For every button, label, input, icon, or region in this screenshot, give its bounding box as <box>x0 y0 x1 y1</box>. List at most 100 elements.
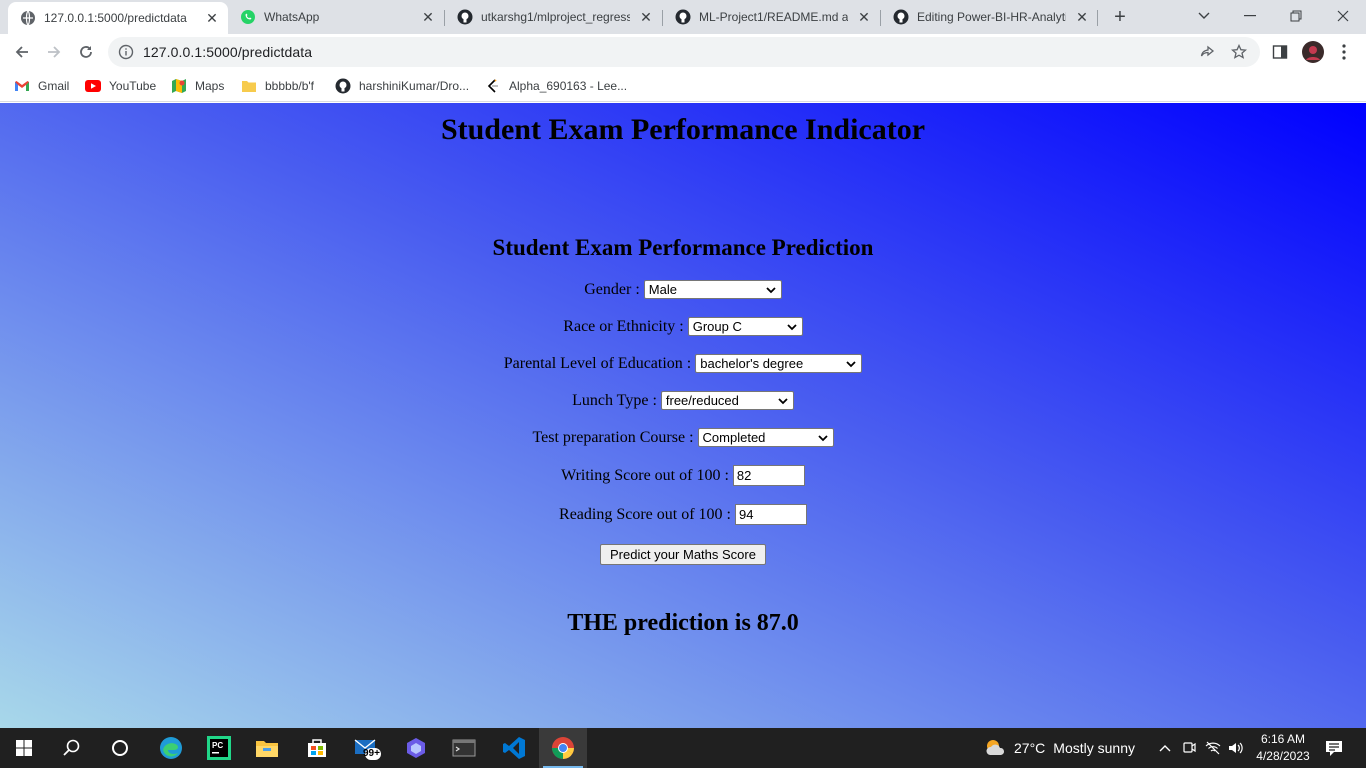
close-tab-icon[interactable]: ✕ <box>420 9 436 25</box>
bookmark-label: Gmail <box>38 79 70 93</box>
race-select[interactable]: Group C <box>687 317 803 336</box>
reading-score-label: Reading Score out of 100 : <box>559 505 731 523</box>
minimize-icon[interactable] <box>1227 0 1273 32</box>
pycharm-icon[interactable]: PC <box>195 728 243 768</box>
clock-time: 6:16 AM <box>1260 732 1306 746</box>
globe-icon <box>20 10 36 26</box>
tab-readme[interactable]: ML-Project1/README.md at ✕ <box>663 0 880 34</box>
tab-title: Editing Power-BI-HR-Analytics <box>917 10 1066 24</box>
lunch-select[interactable]: free/reduced <box>660 391 794 410</box>
test-prep-select[interactable]: Completed <box>697 428 834 447</box>
close-tab-icon[interactable]: ✕ <box>204 10 220 26</box>
chevron-down-icon <box>817 435 828 442</box>
gender-select[interactable]: Male <box>643 280 782 299</box>
tab-title: WhatsApp <box>264 10 320 24</box>
gender-value: Male <box>648 282 677 297</box>
tab-predictdata[interactable]: 127.0.0.1:5000/predictdata ✕ <box>8 2 228 34</box>
url-text: 127.0.0.1:5000/predictdata <box>143 44 313 60</box>
bookmark-leetcode[interactable]: Alpha_690163 - Lee... <box>485 76 627 96</box>
address-bar[interactable]: 127.0.0.1:5000/predictdata <box>108 37 1260 67</box>
back-arrow-icon[interactable] <box>8 38 36 66</box>
side-panel-icon[interactable] <box>1270 42 1290 62</box>
windows-start-icon[interactable] <box>0 728 48 768</box>
chevron-up-icon[interactable] <box>1157 740 1173 756</box>
sun-cloud-icon <box>984 737 1006 759</box>
windows-taskbar: PC 99+ 27°C Mostly sunny 6:16 AM 4/28/20… <box>0 728 1366 768</box>
browser-toolbar: 127.0.0.1:5000/predictdata <box>0 34 1366 70</box>
education-label: Parental Level of Education : <box>503 354 692 372</box>
tab-title: utkarshg1/mlproject_regression <box>481 10 630 24</box>
terminal-icon[interactable] <box>440 728 488 768</box>
chrome-icon[interactable] <box>539 728 587 768</box>
bookmark-gmail[interactable]: Gmail <box>14 76 69 96</box>
writing-score-input[interactable]: 82 <box>732 465 805 486</box>
education-row: Parental Level of Education : bachelor's… <box>0 354 1366 373</box>
system-clock[interactable]: 6:16 AM 4/28/2023 <box>1250 731 1316 765</box>
bookmark-label: YouTube <box>109 79 157 93</box>
whatsapp-icon <box>240 9 256 25</box>
close-tab-icon[interactable]: ✕ <box>638 9 654 25</box>
bookmark-maps[interactable]: Maps <box>171 76 224 96</box>
predict-button[interactable]: Predict your Maths Score <box>600 544 766 565</box>
maps-icon <box>171 78 187 94</box>
lunch-value: free/reduced <box>665 393 739 408</box>
bookmark-label: Alpha_690163 - Lee... <box>509 79 628 93</box>
restore-icon[interactable] <box>1273 0 1319 32</box>
writing-score-label: Writing Score out of 100 : <box>561 466 729 484</box>
tab-mlproject-regression[interactable]: utkarshg1/mlproject_regression ✕ <box>445 0 662 34</box>
close-tab-icon[interactable]: ✕ <box>856 9 872 25</box>
profile-avatar[interactable] <box>1302 41 1324 63</box>
education-select[interactable]: bachelor's degree <box>695 354 863 373</box>
race-value: Group C <box>692 319 742 334</box>
close-window-icon[interactable] <box>1320 0 1366 32</box>
gender-row: Gender : Male <box>0 280 1366 299</box>
bookmark-folder[interactable]: bbbbb/b'f <box>241 76 314 96</box>
reading-score-input[interactable]: 94 <box>734 504 807 525</box>
share-icon[interactable] <box>1198 43 1216 61</box>
weather-widget[interactable]: 27°C Mostly sunny <box>984 728 1135 768</box>
tab-whatsapp[interactable]: WhatsApp ✕ <box>228 0 444 34</box>
tab-powerbi[interactable]: Editing Power-BI-HR-Analytics ✕ <box>881 0 1098 34</box>
bookmark-star-icon[interactable] <box>1230 43 1248 61</box>
meet-now-icon[interactable] <box>1181 740 1197 756</box>
svg-text:PC: PC <box>212 741 223 750</box>
tab-separator <box>1097 10 1098 26</box>
app-icon[interactable] <box>392 728 440 768</box>
race-label: Race or Ethnicity : <box>563 317 684 335</box>
bookmark-label: Maps <box>195 79 225 93</box>
education-value: bachelor's degree <box>700 356 804 371</box>
leetcode-icon <box>485 78 501 94</box>
reload-icon[interactable] <box>72 38 100 66</box>
close-tab-icon[interactable]: ✕ <box>1074 9 1090 25</box>
writing-score-row: Writing Score out of 100 : 82 <box>0 465 1366 486</box>
volume-icon[interactable] <box>1227 740 1243 756</box>
new-tab-plus-icon[interactable]: + <box>1108 5 1132 29</box>
cortana-icon[interactable] <box>96 728 144 768</box>
tab-search-chevron-icon[interactable] <box>1181 0 1227 32</box>
bookmarks-bar: Gmail YouTube Maps bbbbb/b'f harshiniKum… <box>0 70 1366 102</box>
chevron-down-icon <box>778 398 788 405</box>
mail-icon[interactable]: 99+ <box>343 728 391 768</box>
form-heading: Student Exam Performance Prediction <box>492 235 874 260</box>
site-info-icon[interactable] <box>118 44 134 60</box>
bookmark-youtube[interactable]: YouTube <box>85 76 156 96</box>
clock-date: 4/28/2023 <box>1256 749 1310 763</box>
folder-icon <box>241 78 257 94</box>
search-icon[interactable] <box>48 728 96 768</box>
weather-temp: 27°C <box>1014 740 1046 756</box>
vscode-icon[interactable] <box>490 728 538 768</box>
edge-icon[interactable] <box>147 728 195 768</box>
reading-score-row: Reading Score out of 100 : 94 <box>0 504 1366 525</box>
test-prep-label: Test preparation Course : <box>532 428 694 446</box>
notification-center-icon[interactable] <box>1325 739 1343 757</box>
github-icon <box>457 9 473 25</box>
forward-arrow-icon[interactable] <box>40 38 68 66</box>
network-icon[interactable] <box>1205 740 1221 756</box>
chevron-down-icon <box>787 324 797 331</box>
microsoft-store-icon[interactable] <box>293 728 341 768</box>
menu-kebab-icon[interactable] <box>1334 42 1354 62</box>
race-row: Race or Ethnicity : Group C <box>0 317 1366 336</box>
bookmark-github[interactable]: harshiniKumar/Dro... <box>335 76 469 96</box>
lunch-row: Lunch Type : free/reduced <box>0 391 1366 410</box>
file-explorer-icon[interactable] <box>243 728 291 768</box>
